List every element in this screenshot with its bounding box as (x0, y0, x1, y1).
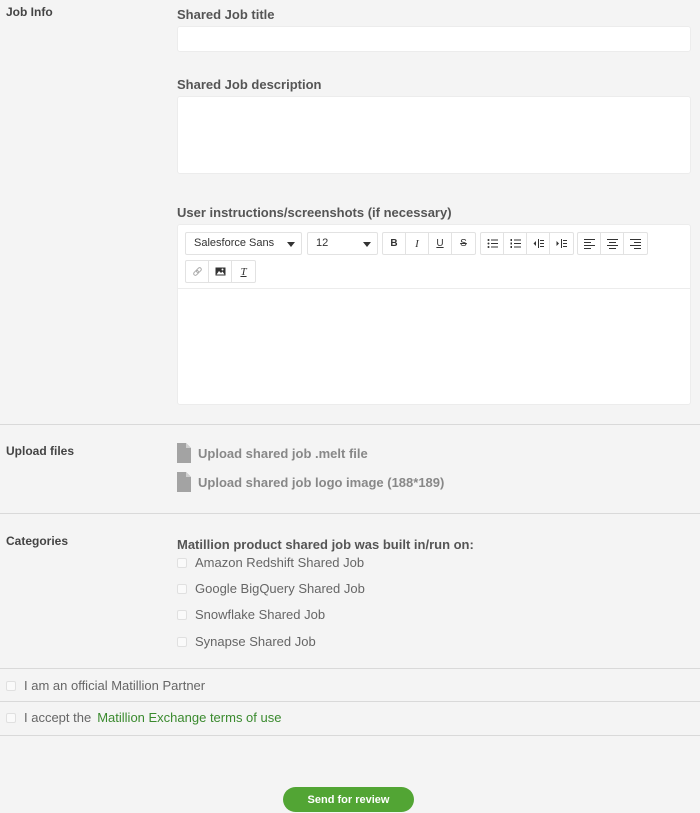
strikethrough-icon: S (460, 238, 467, 249)
font-family-select[interactable]: Salesforce Sans (185, 232, 302, 255)
italic-icon: I (415, 237, 419, 250)
job-info-section-label: Job Info (6, 5, 53, 19)
category-option-synapse[interactable]: Synapse Shared Job (177, 634, 316, 649)
text-style-group: B I U S (382, 232, 476, 255)
file-icon (177, 472, 191, 492)
upload-melt-file-button[interactable]: Upload shared job .melt file (177, 443, 368, 463)
category-option-bigquery[interactable]: Google BigQuery Shared Job (177, 581, 365, 596)
checkbox[interactable] (177, 583, 187, 594)
image-icon (215, 267, 225, 276)
align-center-button[interactable] (601, 233, 624, 254)
checkbox[interactable] (177, 557, 187, 568)
bold-button[interactable]: B (383, 233, 406, 254)
category-option-label: Snowflake Shared Job (195, 607, 326, 622)
align-center-icon (606, 239, 618, 249)
divider (0, 668, 700, 669)
upload-logo-image-button[interactable]: Upload shared job logo image (188*189) (177, 472, 444, 492)
category-option-label: Synapse Shared Job (195, 634, 316, 649)
align-right-button[interactable] (624, 233, 647, 254)
divider (0, 424, 700, 425)
image-button[interactable] (209, 261, 232, 282)
outdent-button[interactable] (527, 233, 550, 254)
partner-label: I am an official Matillion Partner (24, 678, 206, 693)
file-icon (177, 443, 191, 463)
upload-files-section-label: Upload files (6, 444, 75, 458)
terms-of-use-link[interactable]: Matillion Exchange terms of use (97, 710, 281, 725)
categories-heading: Matillion product shared job was built i… (177, 537, 474, 552)
divider (0, 701, 700, 702)
terms-prefix: I accept the (24, 710, 92, 725)
upload-logo-image-label: Upload shared job logo image (188*189) (198, 474, 445, 490)
divider (0, 513, 700, 514)
divider (0, 735, 700, 736)
indent-icon (556, 239, 567, 248)
numbered-list-icon (510, 239, 521, 248)
insert-group: T (185, 260, 256, 283)
font-family-value: Salesforce Sans (194, 237, 275, 249)
link-icon (192, 267, 202, 276)
shared-job-description-label: Shared Job description (177, 77, 322, 92)
align-left-button[interactable] (578, 233, 601, 254)
categories-section-label: Categories (6, 534, 69, 548)
underline-icon: U (436, 238, 444, 249)
terms-checkbox-row[interactable]: I accept the Matillion Exchange terms of… (6, 710, 281, 725)
outdent-icon (533, 239, 544, 248)
link-button[interactable] (186, 261, 209, 282)
underline-button[interactable]: U (429, 233, 452, 254)
terms-checkbox[interactable] (6, 712, 16, 723)
alignment-group (577, 232, 648, 255)
list-group (480, 232, 574, 255)
align-right-icon (630, 239, 641, 249)
shared-job-title-label: Shared Job title (177, 7, 275, 22)
font-size-caret-icon (363, 242, 371, 247)
shared-job-description-textarea[interactable] (177, 96, 691, 174)
indent-button[interactable] (550, 233, 573, 254)
editor-content-area[interactable] (178, 289, 690, 404)
shared-job-title-input[interactable] (177, 26, 691, 52)
clear-format-button[interactable]: T (232, 261, 255, 282)
partner-checkbox[interactable] (6, 680, 16, 691)
clear-format-icon: T (240, 265, 247, 278)
font-family-caret-icon (287, 242, 295, 247)
partner-checkbox-row[interactable]: I am an official Matillion Partner (6, 678, 205, 693)
editor-toolbar: Salesforce Sans 12 B I U S T (178, 225, 690, 289)
bullet-list-icon (487, 239, 498, 248)
font-size-select[interactable]: 12 (307, 232, 378, 255)
checkbox[interactable] (177, 609, 187, 620)
category-option-snowflake[interactable]: Snowflake Shared Job (177, 607, 325, 622)
italic-button[interactable]: I (406, 233, 429, 254)
user-instructions-label: User instructions/screenshots (if necess… (177, 205, 452, 220)
upload-melt-file-label: Upload shared job .melt file (198, 445, 368, 461)
align-left-icon (583, 239, 595, 249)
bullet-list-button[interactable] (481, 233, 504, 254)
rich-text-editor: Salesforce Sans 12 B I U S T (177, 224, 691, 405)
category-option-redshift[interactable]: Amazon Redshift Shared Job (177, 555, 364, 570)
category-option-label: Google BigQuery Shared Job (195, 581, 365, 596)
font-size-value: 12 (316, 237, 329, 249)
bold-icon: B (390, 238, 398, 249)
strikethrough-button[interactable]: S (452, 233, 475, 254)
send-for-review-button[interactable]: Send for review (283, 787, 414, 812)
numbered-list-button[interactable] (504, 233, 527, 254)
checkbox[interactable] (177, 636, 187, 647)
category-option-label: Amazon Redshift Shared Job (195, 555, 365, 570)
